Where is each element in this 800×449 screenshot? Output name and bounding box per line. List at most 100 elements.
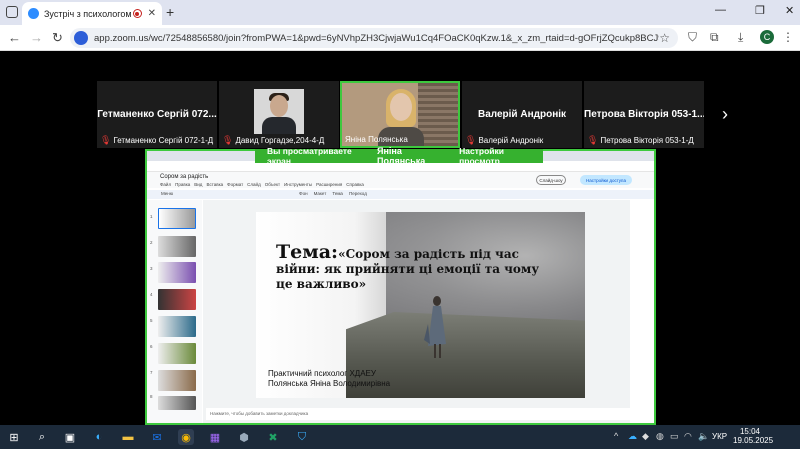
close-window-icon[interactable]: ✕ (785, 4, 794, 17)
security-app-icon[interactable]: ⛉ (294, 429, 310, 445)
slides-toolbar: Меню Фон Макет Тема Переход (147, 190, 654, 199)
speaker-notes: Нажмите, чтобы добавить заметки докладчи… (206, 408, 630, 420)
url-field[interactable]: app.zoom.us/wc/72548856580/join?fromPWA=… (70, 28, 678, 48)
back-icon[interactable]: ← (8, 30, 21, 45)
outlook-icon[interactable]: ✉ (149, 429, 165, 445)
participant-tile[interactable]: Валерій Андронік 🎙 Валерій Андронік (462, 81, 582, 148)
download-icon[interactable]: ⤓ (738, 30, 743, 45)
mic-muted-icon: 🎙 (587, 135, 599, 145)
menu-item: Вид (194, 182, 203, 187)
slide-thumbnail (158, 343, 196, 364)
next-page-arrow-icon[interactable]: › (710, 81, 740, 148)
cloud-icon[interactable]: ☁ (628, 431, 637, 442)
slide-author: Практичний психолог ХДАЕУ Полянська Янін… (268, 369, 390, 389)
file-explorer-icon[interactable]: ▬ (120, 429, 136, 445)
address-bar-row: ← → ↻ app.zoom.us/wc/72548856580/join?fr… (0, 25, 800, 51)
author-position: Практичний психолог ХДАЕУ (268, 369, 376, 378)
slide-title-topic-label: Тема: (276, 241, 339, 263)
chrome-icon[interactable]: ◉ (178, 429, 194, 445)
tray-chevron-icon[interactable]: ^ (614, 431, 618, 441)
doc-title: Сором за радість (160, 174, 209, 180)
windows-start-icon[interactable]: ⊞ (6, 429, 22, 445)
author-name: Полянська Яніна Володимирівна (268, 379, 391, 388)
share-presenter-name: Яніна Полянська (377, 146, 426, 166)
clock-date: 19.05.2025 (733, 436, 774, 445)
keyboard-language[interactable]: УКР (712, 432, 727, 441)
view-settings-button[interactable]: Настройки просмотр (459, 146, 543, 166)
meet-icon[interactable]: ◍ (656, 431, 664, 442)
participant-name: 🎙 Валерій Андронік (465, 135, 544, 145)
thumb-number: 8 (150, 394, 153, 399)
browser-tab-strip: Зустріч з психологом ✕ + — ❐ ✕ (0, 0, 800, 25)
tab-search-icon[interactable] (6, 6, 18, 18)
menu-item: Инструменты (284, 182, 313, 187)
mic-muted-icon: 🎙 (465, 135, 477, 145)
slide-thumbnail (158, 396, 196, 410)
participant-tile[interactable]: 🎙 Давид Горгадзе,204-4-Д (219, 81, 339, 148)
slides-menu: Файл Правка Вид Вставка Формат Слайд Объ… (160, 182, 364, 187)
share-access-button: Настройки доступа (580, 175, 632, 185)
menu-kebab-icon[interactable]: ⋮ (782, 30, 794, 44)
teams-icon[interactable]: ▦ (207, 429, 223, 445)
battery-icon[interactable]: ▭ (670, 431, 679, 442)
mic-muted-icon: 🎙 (100, 135, 112, 145)
volume-icon[interactable]: 🔈 (698, 431, 709, 442)
menu-item: Слайд (247, 182, 261, 187)
toolbar-item: Фон (299, 191, 308, 196)
participant-tile[interactable]: Петрова Вікторія 053-1... 🎙 Петрова Вікто… (584, 81, 704, 148)
mic-muted-icon: 🎙 (222, 135, 234, 145)
participant-name: Яніна Полянська (345, 135, 408, 144)
participant-name: 🎙 Давид Горгадзе,204-4-Д (222, 135, 325, 145)
current-slide: Тема:«Сором за радість під час війни: як… (256, 212, 585, 398)
bookmark-star-icon[interactable]: ☆ (659, 31, 670, 45)
toolbar-item: Переход (348, 191, 367, 196)
site-info-icon[interactable] (74, 31, 88, 45)
menu-item: Расширения (316, 182, 343, 187)
participant-name: 🎙 Петрова Вікторія 053-1-Д (587, 135, 694, 145)
excel-icon[interactable]: ✖ (265, 429, 281, 445)
system-clock[interactable]: 15:04 19.05.2025 (733, 427, 774, 445)
thumb-number: 2 (150, 240, 153, 245)
minimize-icon[interactable]: — (715, 4, 726, 16)
search-icon[interactable]: ⌕ (34, 429, 50, 445)
tab-title: Зустріч з психологом (44, 8, 132, 19)
task-view-icon[interactable]: ▣ (62, 429, 78, 445)
recording-icon (132, 9, 142, 18)
thumb-number: 4 (150, 292, 153, 297)
forward-icon[interactable]: → (30, 30, 43, 45)
tray-app-icon[interactable]: ◆ (642, 431, 649, 442)
profile-avatar[interactable]: C (760, 30, 774, 44)
extension-shield-icon[interactable]: ⛉ (688, 30, 697, 45)
slide-thumbnail (158, 262, 196, 283)
app-icon[interactable]: ⬢ (236, 429, 252, 445)
participant-video (254, 89, 304, 134)
slideshow-button: Слайд-шоу (536, 175, 566, 185)
participant-big-name: Петрова Вікторія 053-1... (584, 109, 704, 120)
clock-time: 15:04 (739, 427, 761, 436)
menu-item: Справка (346, 182, 364, 187)
new-tab-button[interactable]: + (166, 4, 174, 20)
participant-big-name: Гетманенко Сергій 072... (97, 109, 217, 120)
reload-icon[interactable]: ↻ (52, 30, 63, 46)
thumb-number: 5 (150, 318, 153, 323)
slide-thumbnail (158, 370, 196, 391)
participant-tile-active-speaker[interactable]: Яніна Полянська (340, 81, 460, 148)
woman-figure-image (424, 296, 446, 358)
slide-thumbnail (158, 208, 196, 229)
extensions-icon[interactable]: ⧉ (710, 30, 719, 45)
tab-zoom-meeting[interactable]: Зустріч з психологом ✕ (22, 2, 162, 25)
menu-item: Формат (227, 182, 244, 187)
maximize-icon[interactable]: ❐ (755, 4, 765, 17)
edge-icon[interactable]: ◐ (91, 429, 107, 445)
menu-item: Вставка (206, 182, 224, 187)
thumb-number: 1 (150, 214, 153, 219)
participant-tile[interactable]: Гетманенко Сергій 072... 🎙 Гетманенко Сер… (97, 81, 217, 148)
close-tab-icon[interactable]: ✕ (148, 8, 156, 19)
thumb-number: 6 (150, 344, 153, 349)
slide-title: Тема:«Сором за радість під час війни: як… (276, 243, 546, 292)
wifi-icon[interactable]: ◠ (684, 431, 692, 442)
toolbar-item: Меню (161, 191, 174, 196)
toolbar-item: Макет (313, 191, 327, 196)
screen-share-banner: Вы просматриваете экран Яніна Полянська … (255, 146, 543, 166)
url-text: app.zoom.us/wc/72548856580/join?fromPWA=… (94, 32, 659, 44)
